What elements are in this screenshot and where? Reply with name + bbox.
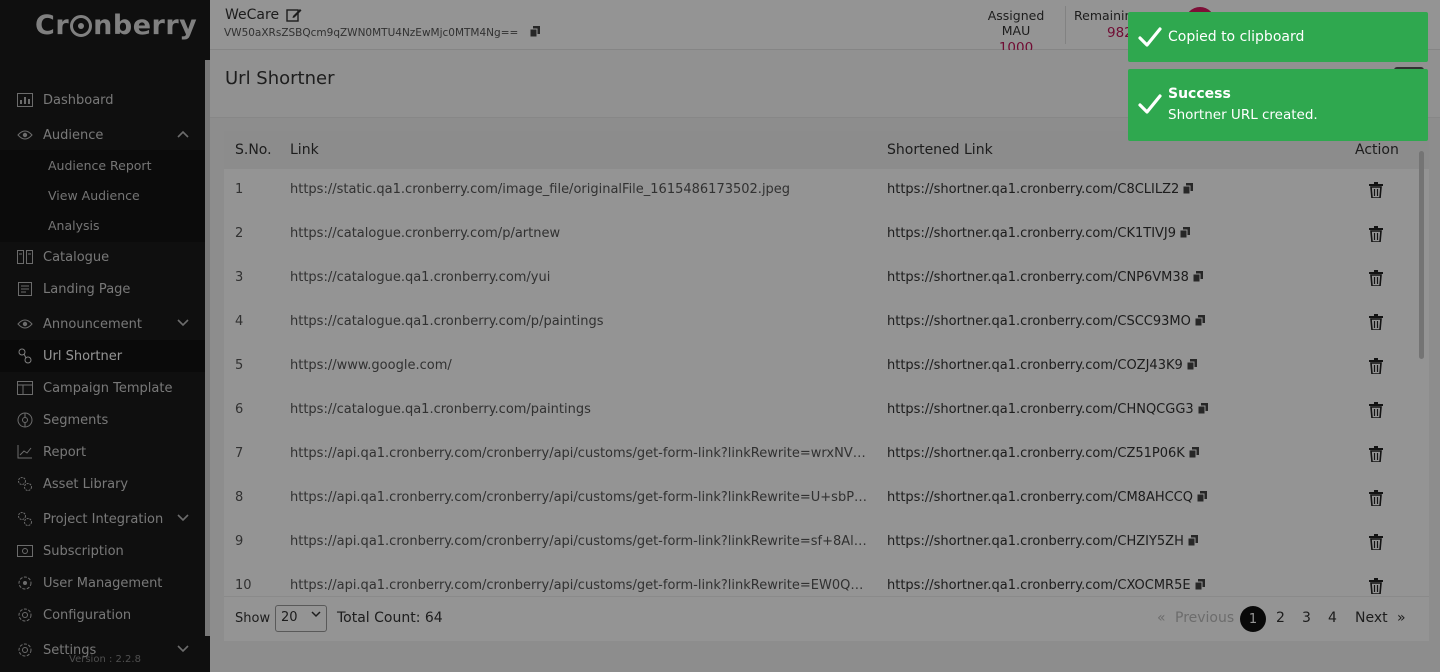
toast-success[interactable]: Success Shortner URL created.: [1128, 69, 1428, 141]
toast-title: Success: [1168, 86, 1231, 102]
toast-copied[interactable]: Copied to clipboard: [1128, 12, 1428, 62]
toast-message: Shortner URL created.: [1168, 107, 1318, 123]
check-icon: [1138, 93, 1162, 119]
check-icon: [1138, 26, 1162, 52]
toast-title: Copied to clipboard: [1168, 29, 1305, 45]
